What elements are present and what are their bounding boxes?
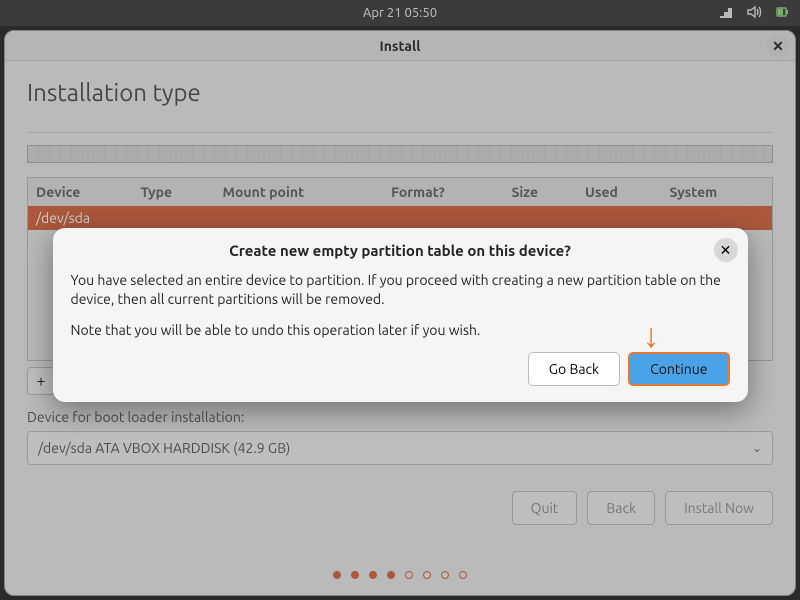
arrow-down-icon: ↓: [643, 316, 660, 356]
dialog-text-1: You have selected an entire device to pa…: [71, 271, 730, 309]
modal-overlay: ✕ Create new empty partition table on th…: [0, 0, 800, 600]
go-back-button[interactable]: Go Back: [528, 352, 620, 386]
dialog-buttons: Go Back ↓ Continue: [71, 352, 730, 386]
dialog-title: Create new empty partition table on this…: [71, 242, 730, 259]
dialog-text-2: Note that you will be able to undo this …: [71, 321, 730, 340]
continue-button[interactable]: Continue: [628, 352, 729, 386]
confirm-dialog: ✕ Create new empty partition table on th…: [53, 228, 748, 402]
dialog-close-button[interactable]: ✕: [714, 238, 738, 262]
